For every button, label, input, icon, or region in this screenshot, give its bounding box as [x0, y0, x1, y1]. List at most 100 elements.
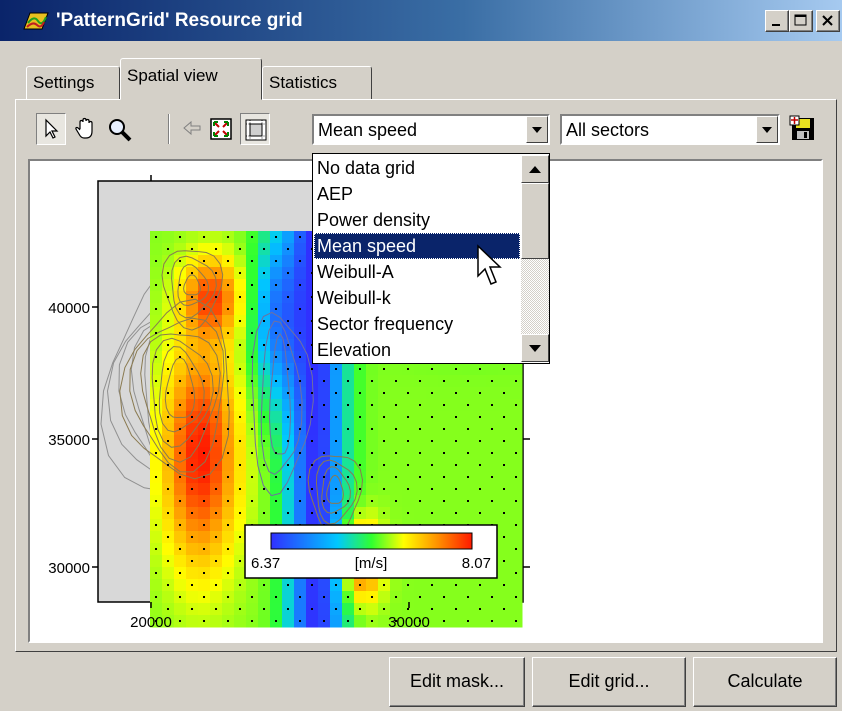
- sector-select-dropdown-button[interactable]: [756, 116, 778, 143]
- dropdown-option-power-density[interactable]: Power density: [314, 207, 520, 233]
- grid-point: [419, 404, 421, 406]
- grid-point: [275, 236, 277, 238]
- grid-point: [191, 368, 193, 370]
- grid-cell: [162, 567, 175, 580]
- grid-point: [227, 308, 229, 310]
- zoom-extents-icon: [210, 118, 232, 140]
- grid-point: [191, 272, 193, 274]
- grid-point: [215, 416, 217, 418]
- grid-point: [359, 392, 361, 394]
- grid-cell: [234, 447, 247, 460]
- grid-point: [275, 284, 277, 286]
- dropdown-option-weibull-k[interactable]: Weibull-k: [314, 285, 520, 311]
- grid-point: [383, 440, 385, 442]
- tab-spatial-view[interactable]: Spatial view: [120, 58, 262, 100]
- variable-dropdown-list[interactable]: No data grid AEP Power density Mean spee…: [312, 153, 550, 364]
- grid-cell: [498, 495, 511, 508]
- grid-point: [239, 512, 241, 514]
- grid-point: [443, 500, 445, 502]
- grid-point: [443, 428, 445, 430]
- edit-mask-button[interactable]: Edit mask...: [389, 657, 525, 707]
- close-button[interactable]: [816, 10, 840, 32]
- grid-cell: [438, 579, 451, 592]
- grid-cell: [354, 375, 367, 388]
- grid-point: [515, 476, 517, 478]
- scroll-down-button[interactable]: [521, 334, 549, 362]
- grid-point: [419, 596, 421, 598]
- grid-point: [155, 404, 157, 406]
- grid-cell: [498, 591, 511, 604]
- zoom-extents-button[interactable]: [206, 113, 236, 145]
- grid-point: [179, 236, 181, 238]
- title-bar[interactable]: 'PatternGrid' Resource grid: [0, 0, 842, 42]
- scroll-thumb[interactable]: [521, 183, 549, 259]
- grid-point: [155, 332, 157, 334]
- minimize-button[interactable]: [765, 10, 789, 32]
- grid-point: [491, 452, 493, 454]
- grid-point: [239, 392, 241, 394]
- grid-point: [167, 296, 169, 298]
- grid-point: [227, 500, 229, 502]
- grid-point: [455, 584, 457, 586]
- maximize-button[interactable]: [789, 10, 813, 32]
- grid-cell: [474, 471, 487, 484]
- grid-cell: [366, 507, 379, 520]
- grid-cell: [162, 495, 175, 508]
- pan-tool-button[interactable]: [70, 113, 100, 145]
- grid-point: [167, 272, 169, 274]
- grid-cell: [294, 411, 307, 424]
- grid-point: [227, 236, 229, 238]
- grid-cell: [294, 291, 307, 304]
- grid-cell: [354, 447, 367, 460]
- grid-point: [335, 608, 337, 610]
- dropdown-option-sector-frequency[interactable]: Sector frequency: [314, 311, 520, 337]
- grid-point: [359, 368, 361, 370]
- zoom-tool-button[interactable]: [104, 113, 134, 145]
- calculate-button[interactable]: Calculate: [693, 657, 837, 707]
- dropdown-option-aep[interactable]: AEP: [314, 181, 520, 207]
- grid-cell: [234, 375, 247, 388]
- grid-cell: [414, 363, 427, 376]
- edit-grid-button[interactable]: Edit grid...: [532, 657, 686, 707]
- grid-point: [491, 428, 493, 430]
- grid-point: [503, 536, 505, 538]
- tab-statistics[interactable]: Statistics: [262, 66, 372, 100]
- back-button[interactable]: [178, 113, 208, 145]
- scroll-up-button[interactable]: [521, 155, 549, 183]
- select-tool-button[interactable]: [36, 113, 66, 145]
- variable-select[interactable]: Mean speed: [312, 114, 550, 145]
- grid-point: [287, 320, 289, 322]
- grid-point: [251, 596, 253, 598]
- maximize-icon: [794, 14, 807, 26]
- sector-select[interactable]: All sectors: [560, 114, 780, 145]
- grid-point: [479, 584, 481, 586]
- dropdown-scrollbar[interactable]: [521, 155, 549, 362]
- grid-cell: [510, 579, 523, 592]
- grid-point: [191, 584, 193, 586]
- dropdown-option-no-data-grid[interactable]: No data grid: [314, 155, 520, 181]
- grid-cell: [234, 231, 247, 244]
- grid-point: [263, 608, 265, 610]
- zoom-grid-button[interactable]: [240, 113, 270, 145]
- grid-cell: [198, 483, 211, 496]
- grid-cell: [378, 423, 391, 436]
- variable-select-dropdown-button[interactable]: [526, 116, 548, 143]
- grid-cell: [462, 507, 475, 520]
- grid-cell: [198, 507, 211, 520]
- tab-settings[interactable]: Settings: [26, 66, 120, 100]
- grid-cell: [366, 603, 379, 616]
- grid-point: [215, 248, 217, 250]
- grid-point: [215, 512, 217, 514]
- grid-point: [335, 488, 337, 490]
- grid-point: [455, 512, 457, 514]
- save-button[interactable]: [789, 115, 819, 145]
- grid-cell: [390, 507, 403, 520]
- grid-cell: [438, 387, 451, 400]
- grid-cell: [378, 471, 391, 484]
- grid-point: [383, 488, 385, 490]
- grid-cell: [162, 327, 175, 340]
- grid-point: [299, 476, 301, 478]
- grid-point: [167, 416, 169, 418]
- dropdown-option-elevation[interactable]: Elevation: [314, 337, 520, 363]
- grid-cell: [474, 447, 487, 460]
